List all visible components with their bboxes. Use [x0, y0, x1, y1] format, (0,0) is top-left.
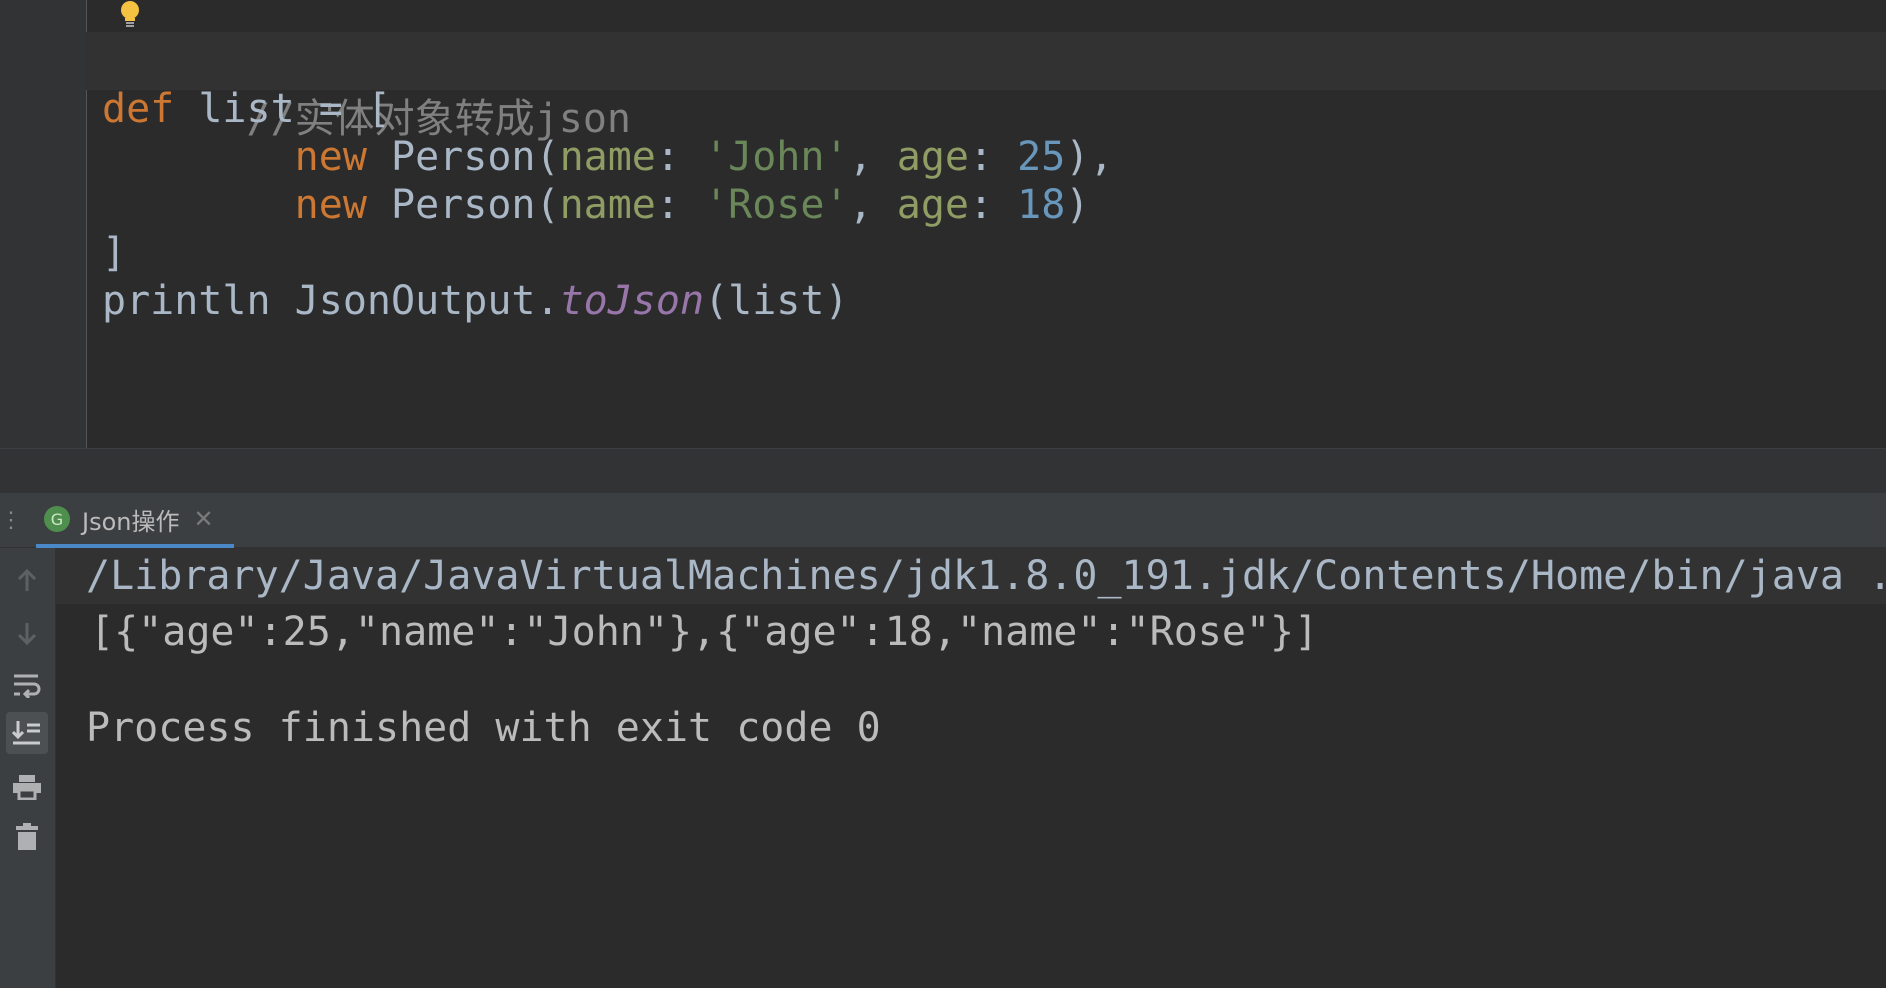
tab-json-run[interactable]: G Json操作 ✕ — [36, 494, 234, 548]
scroll-to-end-icon[interactable] — [6, 712, 48, 754]
param-hint: name — [559, 182, 656, 228]
groovy-icon: G — [44, 506, 70, 532]
keyword-new: new — [294, 134, 367, 180]
drag-handle-icon[interactable]: ⋮ — [0, 510, 22, 532]
tab-label: Json操作 — [82, 507, 180, 536]
run-tab-bar: ⋮ G Json操作 ✕ — [0, 494, 1886, 548]
param-hint: age — [896, 182, 969, 228]
param-hint: name — [559, 134, 656, 180]
string-literal: 'Rose' — [704, 182, 849, 228]
up-arrow-icon[interactable] — [6, 560, 48, 602]
ide-window: //实体对象转成json def list = [ new Person(nam… — [0, 0, 1886, 988]
down-arrow-icon[interactable] — [6, 612, 48, 654]
console-command-line: /Library/Java/JavaVirtualMachines/jdk1.8… — [56, 548, 1886, 604]
trash-icon[interactable] — [6, 816, 48, 858]
keyword-def: def — [102, 86, 175, 132]
keyword-new: new — [294, 182, 367, 228]
number-literal: 18 — [1017, 182, 1066, 228]
console-output-line: [{"age":25,"name":"John"},{"age":18,"nam… — [90, 609, 1319, 655]
console-toolbar — [0, 548, 56, 988]
lightbulb-icon[interactable] — [118, 0, 142, 30]
close-icon[interactable]: ✕ — [193, 505, 213, 533]
static-method-call: toJson — [559, 278, 705, 324]
console-output[interactable]: /Library/Java/JavaVirtualMachines/jdk1.8… — [56, 548, 1886, 988]
panel-splitter[interactable] — [0, 448, 1886, 494]
code-editor[interactable]: //实体对象转成json def list = [ new Person(nam… — [0, 0, 1886, 448]
code-line-6[interactable]: println JsonOutput.toJson(list) — [86, 272, 1886, 330]
param-hint: age — [896, 134, 969, 180]
console-exit-message: Process finished with exit code 0 — [86, 705, 881, 751]
print-icon[interactable] — [6, 766, 48, 808]
editor-gutter[interactable] — [0, 0, 87, 448]
string-literal: 'John' — [704, 134, 849, 180]
number-literal: 25 — [1017, 134, 1066, 180]
soft-wrap-icon[interactable] — [6, 664, 48, 706]
